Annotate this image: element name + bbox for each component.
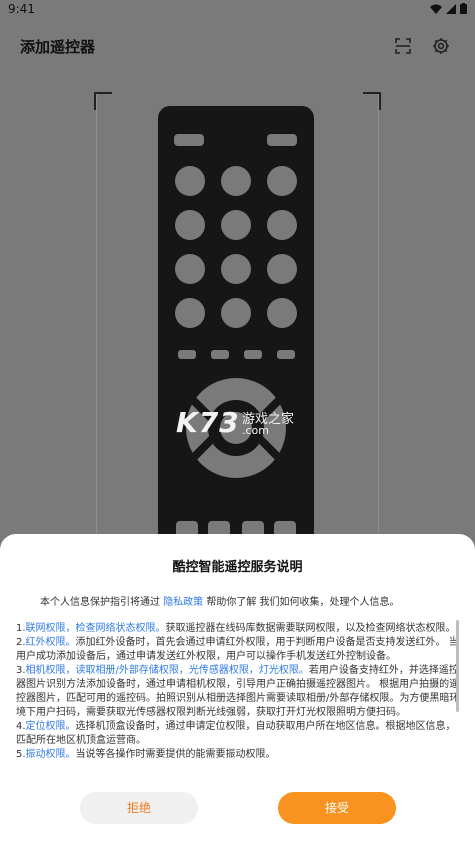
wifi-icon	[430, 4, 442, 14]
watermark-logo: K73	[176, 406, 240, 439]
accept-button[interactable]: 接受	[278, 792, 396, 824]
battery-icon	[460, 3, 467, 14]
remote-button	[174, 134, 204, 146]
permission-number: 1.	[16, 623, 26, 634]
remote-button	[178, 350, 196, 359]
intro-prefix: 本个人信息保护指引将通过	[40, 597, 160, 608]
frame-corner-top-right	[363, 92, 381, 110]
remote-button	[211, 350, 229, 359]
watermark: K73 游戏之家 .com	[176, 406, 294, 439]
scan-icon	[395, 38, 411, 54]
signal-icon	[446, 3, 456, 14]
permissions-list[interactable]: 1.联网权限，检查网络状态权限。获取遥控器在线码库数据需要联网权限，以及检查网络…	[16, 622, 460, 778]
remote-button	[175, 298, 205, 328]
privacy-policy-link[interactable]: 隐私政策	[163, 597, 203, 608]
page-title: 添加遥控器	[20, 38, 96, 56]
permission-item: 1.联网权限，检查网络状态权限。获取遥控器在线码库数据需要联网权限，以及检查网络…	[16, 622, 460, 636]
decline-button[interactable]: 拒绝	[80, 792, 198, 824]
remote-button	[221, 210, 251, 240]
permission-text: 当说等各操作时需要提供的能需要振动权限。	[75, 749, 276, 760]
permission-number: 3.	[16, 665, 26, 676]
status-time: 9:41	[8, 2, 35, 16]
remote-button	[267, 134, 297, 146]
permission-links[interactable]: 红外权限。	[26, 637, 76, 648]
remote-button	[175, 166, 205, 196]
intro-suffix: 帮助你了解 我们如何收集，处理个人信息。	[206, 597, 400, 608]
permission-links[interactable]: 相机权限，读取相册/外部存储权限，光传感器权限，灯光权限。	[26, 665, 309, 676]
remote-button	[175, 254, 205, 284]
status-bar: 9:41	[0, 0, 475, 18]
permission-text: 选择机顶盒设备时，通过申请定位权限，自动获取用户所在地区信息。根据地区信息，匹配…	[16, 721, 456, 746]
remote-button	[267, 210, 297, 240]
gear-icon	[433, 38, 449, 54]
permission-item: 2.红外权限。添加红外设备时，首先会通过申请红外权限，用于判断用户设备是否支持发…	[16, 636, 460, 664]
dialog-intro: 本个人信息保护指引将通过 隐私政策 帮助你了解 我们如何收集，处理个人信息。	[40, 596, 440, 610]
status-icons	[430, 3, 467, 14]
remote-button	[221, 254, 251, 284]
remote-button	[267, 254, 297, 284]
permission-text: 添加红外设备时，首先会通过申请红外权限，用于判断用户设备是否支持发送红外。 当用…	[16, 637, 459, 662]
remote-button	[267, 166, 297, 196]
remote-button	[277, 350, 295, 359]
permission-item: 3.相机权限，读取相册/外部存储权限，光传感器权限，灯光权限。若用户设备支持红外…	[16, 664, 460, 720]
permission-links[interactable]: 联网权限，检查网络状态权限。	[26, 623, 166, 634]
permission-links[interactable]: 振动权限。	[26, 749, 76, 760]
permission-number: 4.	[16, 721, 26, 732]
app-bar: 添加遥控器	[0, 18, 475, 70]
settings-button[interactable]	[429, 34, 453, 58]
remote-button	[221, 298, 251, 328]
watermark-sub: .com	[242, 424, 269, 437]
permission-item: 5.振动权限。当说等各操作时需要提供的能需要振动权限。	[16, 748, 460, 762]
permission-text: 获取遥控器在线码库数据需要联网权限，以及检查网络状态权限。	[165, 623, 456, 634]
dialog-title: 酷控智能遥控服务说明	[172, 560, 303, 575]
permission-number: 5.	[16, 749, 26, 760]
scrollbar[interactable]	[456, 620, 459, 712]
remote-button	[221, 166, 251, 196]
privacy-dialog: 酷控智能遥控服务说明 本个人信息保护指引将通过 隐私政策 帮助你了解 我们如何收…	[0, 534, 475, 844]
permission-number: 2.	[16, 637, 26, 648]
frame-corner-top-left	[94, 92, 112, 110]
permission-links[interactable]: 定位权限。	[26, 721, 76, 732]
permission-item: 4.定位权限。选择机顶盒设备时，通过申请定位权限，自动获取用户所在地区信息。根据…	[16, 720, 460, 748]
remote-button	[267, 298, 297, 328]
remote-button	[175, 210, 205, 240]
remote-button	[244, 350, 262, 359]
scan-button[interactable]	[391, 34, 415, 58]
